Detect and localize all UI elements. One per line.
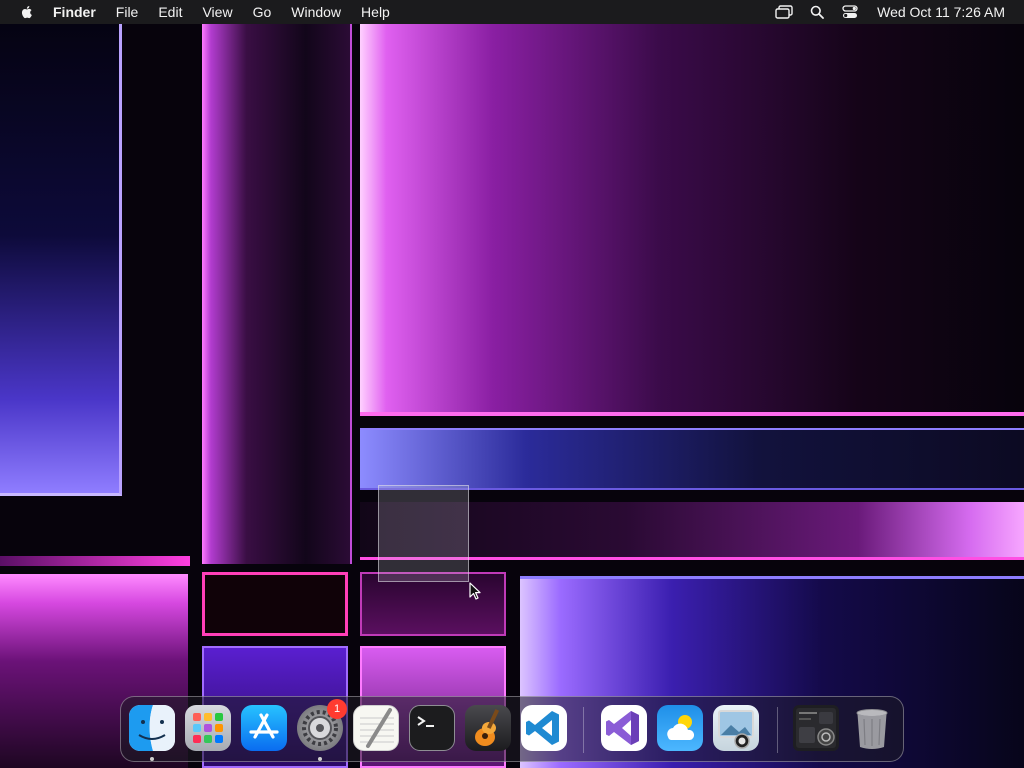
dock-app-launchpad[interactable]: [185, 705, 231, 751]
control-center-icon[interactable]: [840, 4, 860, 20]
menu-help[interactable]: Help: [351, 0, 400, 24]
dock-app-app-store[interactable]: [241, 705, 287, 751]
desktop-wallpaper: [0, 0, 1024, 768]
vscode-icon: [526, 711, 559, 745]
dock-app-garageband[interactable]: [465, 705, 511, 751]
running-indicator: [318, 757, 322, 761]
menu-edit[interactable]: Edit: [148, 0, 192, 24]
wallpaper-panel: [0, 24, 122, 496]
dock-app-preview[interactable]: [713, 705, 759, 751]
dock-app-weather[interactable]: [657, 705, 703, 751]
weather-icon: [667, 715, 695, 740]
terminal-icon: [417, 716, 434, 727]
downloads-stack-icon: [796, 708, 836, 748]
dock-app-downloads-stack[interactable]: [793, 705, 839, 751]
dock-app-visual-studio[interactable]: [601, 705, 647, 751]
finder-icon: [129, 705, 175, 751]
wallpaper-panel: [202, 572, 348, 636]
visual-studio-icon: [606, 711, 639, 745]
spotlight-search-icon[interactable]: [807, 4, 827, 20]
wallpaper-panel: [202, 24, 352, 564]
menu-view[interactable]: View: [192, 0, 242, 24]
garageband-icon: [475, 709, 500, 746]
dock-app-vscode[interactable]: [521, 705, 567, 751]
dock-app-terminal[interactable]: [409, 705, 455, 751]
menu-bar-status-area: Wed Oct 11 7:26 AM: [774, 0, 1024, 24]
dock-separator: [583, 707, 584, 753]
dock: 1: [120, 696, 904, 762]
wallpaper-panel: [360, 428, 1024, 490]
menu-app-name[interactable]: Finder: [53, 0, 106, 24]
menu-go[interactable]: Go: [243, 0, 282, 24]
desktop-selection-rectangle: [378, 485, 469, 582]
menu-window[interactable]: Window: [281, 0, 351, 24]
trash-icon: [856, 709, 888, 749]
wallpaper-panel: [0, 556, 190, 566]
dock-app-trash[interactable]: [849, 705, 895, 751]
textedit-icon: [360, 708, 394, 748]
menu-bar: Finder File Edit View Go Window Help Wed…: [0, 0, 1024, 24]
wallpaper-panel: [360, 24, 1024, 416]
menu-file[interactable]: File: [106, 0, 149, 24]
mouse-pointer-icon: [469, 582, 481, 600]
dock-app-finder[interactable]: [129, 705, 175, 751]
preview-icon: [718, 710, 754, 749]
screen-mirroring-icon[interactable]: [774, 4, 794, 20]
launchpad-icon: [193, 713, 223, 743]
apple-logo-icon[interactable]: [19, 4, 35, 20]
notification-badge: 1: [327, 699, 347, 719]
dock-separator: [777, 707, 778, 753]
running-indicator: [150, 757, 154, 761]
app-store-icon: [249, 713, 279, 739]
dock-app-textedit[interactable]: [353, 705, 399, 751]
menu-bar-clock[interactable]: Wed Oct 11 7:26 AM: [877, 4, 1005, 20]
